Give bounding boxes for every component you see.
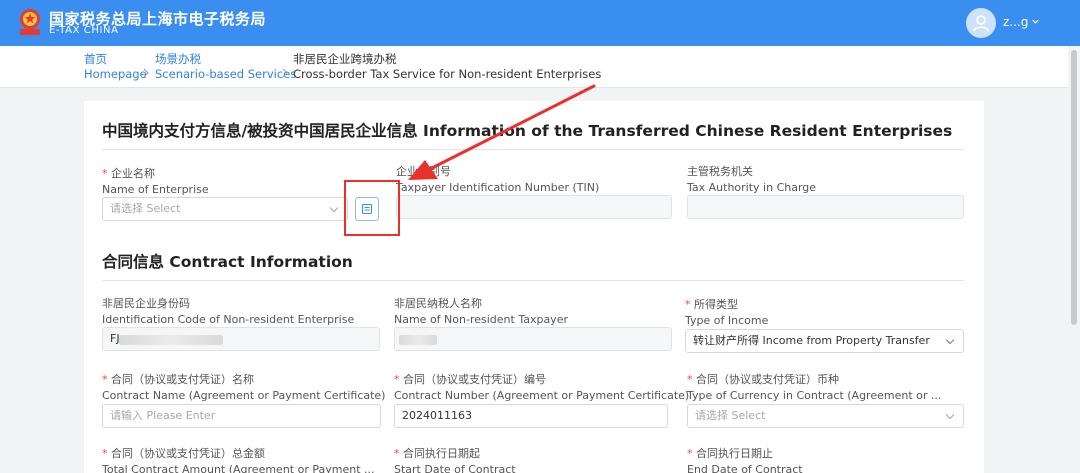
section-title-enterprise: 中国境内支付方信息/被投资中国居民企业信息 Information of the… bbox=[102, 122, 953, 140]
user-avatar-icon bbox=[973, 15, 989, 32]
contract-name-input[interactable]: 请输入 Please Enter bbox=[102, 404, 381, 428]
redacted-mask bbox=[119, 335, 223, 345]
breadcrumb-home[interactable]: 首页 Homepage bbox=[84, 52, 147, 82]
chevron-right-icon bbox=[143, 68, 149, 78]
breadcrumb-current: 非居民企业跨境办税 Cross-border Tax Service for No… bbox=[293, 52, 602, 81]
taxpayer-name-label: 非居民纳税人名称 Name of Non-resident Taxpayer bbox=[394, 297, 568, 326]
contract-name-label: * 合同（协议或支付凭证）名称 Contract Name (Agreement… bbox=[102, 373, 386, 402]
contract-number-label: * 合同（协议或支付凭证）编号 Contract Number (Agreeme… bbox=[394, 373, 690, 402]
chevron-right-icon bbox=[282, 68, 288, 78]
tax-authority-label: 主管税务机关 Tax Authority in Charge bbox=[687, 165, 817, 194]
end-date-label: * 合同执行日期止 End Date of Contract bbox=[687, 447, 803, 473]
tin-label: 企业识别号 Taxpayer Identification Number (TI… bbox=[396, 165, 600, 194]
top-bar: 国家税务总局上海市电子税务局 E-TAX CHINA z...g bbox=[0, 0, 1080, 46]
user-name[interactable]: z...g bbox=[1003, 15, 1028, 29]
chevron-down-icon[interactable] bbox=[1031, 17, 1040, 26]
user-avatar[interactable] bbox=[966, 8, 996, 38]
income-type-select[interactable]: 转让财产所得 Income from Property Transfer bbox=[685, 329, 964, 353]
currency-select[interactable]: 请选择 Select bbox=[687, 404, 964, 428]
section-title-contract: 合同信息 Contract Information bbox=[102, 253, 353, 271]
tin-field[interactable] bbox=[396, 195, 672, 219]
section-divider bbox=[102, 280, 964, 281]
breadcrumb-scenario-services[interactable]: 场景办税 Scenario-based Services bbox=[155, 52, 296, 82]
app-subtitle: E-TAX CHINA bbox=[49, 25, 119, 36]
id-code-label: 非居民企业身份码 Identification Code of Non-resi… bbox=[102, 297, 355, 326]
total-amount-label: * 合同（协议或支付凭证）总金额 Total Contract Amount (… bbox=[102, 447, 375, 473]
income-type-label: * 所得类型 Type of Income bbox=[685, 298, 769, 327]
annotation-highlight-box bbox=[344, 180, 400, 236]
currency-label: * 合同（协议或支付凭证）币种 Type of Currency in Cont… bbox=[687, 373, 942, 402]
chevron-down-icon bbox=[329, 207, 339, 213]
breadcrumb: 首页 Homepage 场景办税 Scenario-based Services 非… bbox=[0, 46, 1080, 88]
contract-number-input[interactable]: 2024011163 bbox=[394, 404, 668, 428]
start-date-label: * 合同执行日期起 Start Date of Contract bbox=[394, 447, 516, 473]
tax-authority-field[interactable] bbox=[687, 195, 964, 219]
national-emblem-icon bbox=[20, 9, 40, 35]
chevron-down-icon bbox=[945, 414, 955, 420]
redacted-mask bbox=[399, 335, 437, 345]
scrollbar-thumb[interactable] bbox=[1071, 50, 1077, 325]
enterprise-name-label: * 企业名称 Name of Enterprise bbox=[102, 167, 209, 196]
enterprise-name-select[interactable]: 请选择 Select bbox=[102, 197, 348, 221]
chevron-down-icon bbox=[945, 339, 955, 345]
section-divider bbox=[102, 149, 964, 150]
